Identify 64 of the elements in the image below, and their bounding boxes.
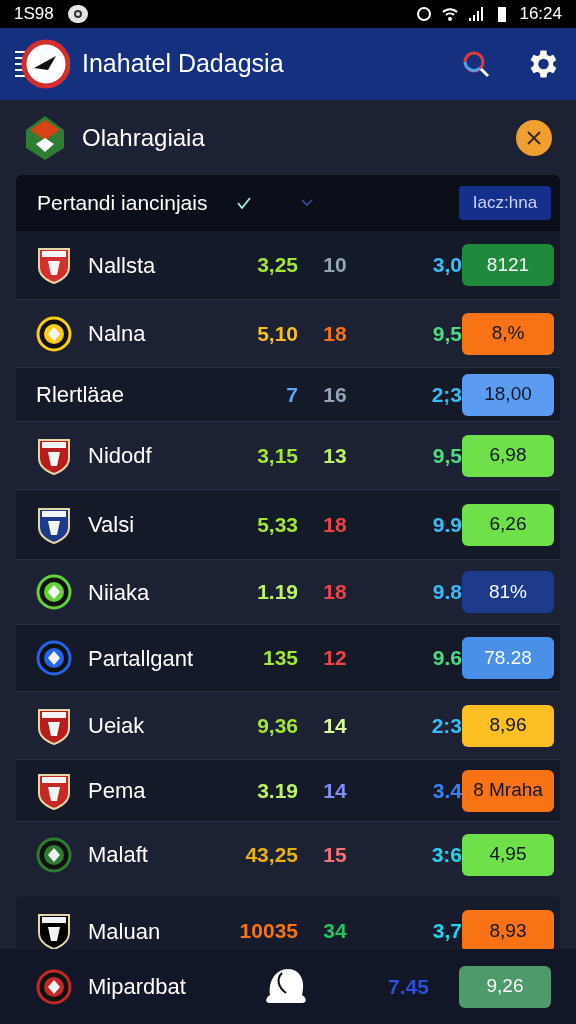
value-cell-text: 1.19	[256, 579, 298, 606]
value-cell-text: 15	[322, 841, 348, 868]
value-cell-text: 3.19	[256, 777, 298, 804]
value-badge: 6,26	[462, 503, 554, 546]
value-cell-text: 9.6	[431, 645, 462, 672]
team-name: Niiaka	[88, 578, 151, 607]
value-cell-text: 34	[322, 918, 348, 945]
value-cell-text: 3.4	[431, 777, 462, 804]
team-name: Nidodf	[88, 442, 153, 470]
value-badge: 8,%	[462, 312, 554, 355]
value-cell-text: 16	[322, 381, 348, 408]
value-badge: 81%	[462, 571, 554, 613]
header-button[interactable]: Iacz:hna	[459, 186, 551, 220]
table-header-label: Pertandi iancinjais	[37, 190, 208, 217]
value-cell-text: 12	[322, 645, 348, 672]
team-name: Partallgant	[88, 644, 195, 673]
status-text: 1S98	[14, 3, 54, 26]
team-name: Ueiak	[88, 712, 146, 740]
value-cell-text: 14	[322, 712, 348, 739]
team-name: Valsi	[88, 511, 136, 539]
value-cell-text: 9.8	[431, 579, 462, 606]
value-cell-text: 3,25	[256, 252, 298, 279]
value-badge: 78.28	[462, 637, 554, 679]
group-name: Rlertläae	[36, 381, 126, 409]
value-cell-text: 18	[322, 320, 348, 347]
value-badge: 6,98	[462, 434, 554, 477]
value-cell-text: 43,25	[244, 841, 298, 868]
status-time: 16:24	[519, 3, 562, 26]
value-cell-text: 13	[322, 442, 348, 469]
value-cell-text: 3,7	[431, 918, 462, 945]
team-name: Mipardbat	[88, 973, 187, 1001]
value-badge: 4,95	[462, 833, 554, 876]
value-badge: 18,00	[462, 373, 554, 416]
value-cell-text: 10035	[238, 918, 298, 945]
app-title: Inahatel Dadagsia	[82, 48, 284, 80]
value-cell-text: 7	[285, 381, 298, 408]
value-cell-text: 18	[322, 579, 348, 606]
value-cell-text: 9.9	[431, 511, 462, 538]
value-cell-text: 9,36	[256, 712, 298, 739]
value-cell-text: 3,0	[431, 252, 462, 279]
value-cell-text: 9,5	[431, 442, 462, 469]
value-cell-text: 10	[322, 252, 348, 279]
value-cell-text: 2;3	[430, 381, 462, 408]
value-cell-text: 9,5	[431, 320, 462, 347]
value-cell-text: 3,15	[256, 442, 298, 469]
value-badge: 8,96	[462, 704, 554, 747]
value-badge: 8 Mraha	[462, 769, 554, 812]
section-title: Olahragiaia	[82, 122, 205, 153]
value-cell-text: 5,10	[256, 320, 298, 347]
value-cell-text: 18	[322, 511, 348, 538]
team-name: Pema	[88, 777, 147, 805]
value-cell-text: 2:3	[430, 712, 462, 739]
value-cell-text: 5,33	[256, 511, 298, 538]
team-name: Nalna	[88, 320, 147, 348]
value-badge: 9,26	[459, 965, 551, 1008]
team-name: Malaft	[88, 841, 149, 869]
value-badge: 8,93	[462, 910, 554, 949]
value-cell-text: 7.45	[388, 973, 428, 1000]
value-badge: 8121	[462, 244, 554, 286]
team-name: Maluan	[88, 917, 162, 946]
team-name: Nallsta	[88, 251, 157, 280]
value-cell-text: 135	[261, 645, 298, 672]
value-cell-text: 3:6	[430, 841, 462, 868]
value-cell-text: 14	[322, 777, 348, 804]
